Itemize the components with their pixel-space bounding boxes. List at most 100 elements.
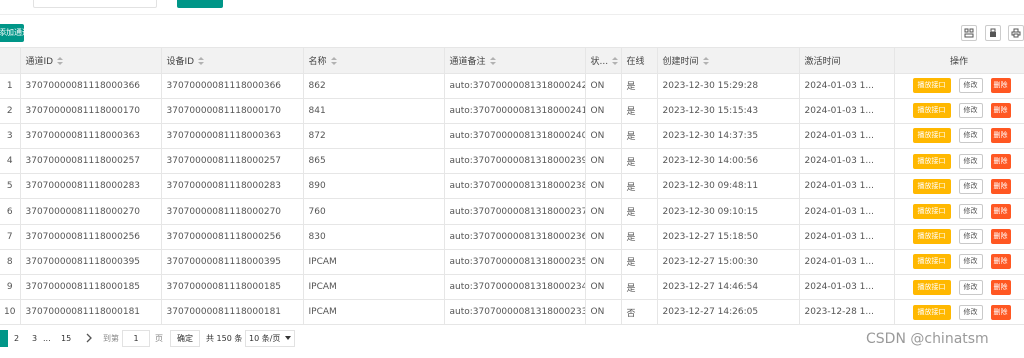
search-input[interactable] [33,0,157,8]
table-row[interactable]: 7 37070000081118000256 3707000008111800025… [0,224,1024,250]
edit-button[interactable]: 修改 [958,204,983,220]
chevron-down-icon [285,336,291,340]
cell-activated: 2024-01-03 1... [799,198,895,225]
col-header-name[interactable]: 名称 [303,48,445,74]
delete-button[interactable]: 删除 [990,78,1011,94]
delete-button[interactable]: 删除 [990,304,1011,320]
table-row[interactable]: 6 37070000081118000270 3707000008111800027… [0,198,1024,225]
cell-name: 862 [303,73,445,99]
table-row[interactable]: 1 37070000081118000366 3707000008111800036… [0,73,1024,99]
delete-button[interactable]: 删除 [990,103,1011,119]
col-header-actions: 操作 [894,48,1024,74]
add-channel-button[interactable]: 添加通道 [0,24,24,42]
sort-icon[interactable] [198,56,205,66]
edit-button[interactable]: 修改 [958,279,983,295]
sort-icon[interactable] [702,56,709,66]
sort-icon[interactable] [330,56,337,66]
cell-online: 是 [621,123,658,150]
edit-button[interactable]: 修改 [958,78,983,94]
edit-button[interactable]: 修改 [958,254,983,270]
page-size-value: 10 条/页 [249,334,281,343]
table-row[interactable]: 4 37070000081118000257 3707000008111800025… [0,148,1024,175]
cell-channel-id: 37070000081118000270 [20,198,162,225]
play-button[interactable]: 播放接口 [912,279,951,295]
cell-channel-id: 37070000081118000366 [20,73,162,99]
edit-button[interactable]: 修改 [958,304,983,320]
edit-button[interactable]: 修改 [958,103,983,119]
goto-confirm-button[interactable]: 确定 [170,330,200,347]
page-current[interactable] [0,330,8,347]
play-button[interactable]: 播放接口 [912,304,951,320]
cell-remark: auto:37070000081318000233 [444,299,586,326]
cell-created: 2023-12-30 09:10:15 [657,198,800,225]
delete-button[interactable]: 删除 [990,254,1011,270]
col-header-created[interactable]: 创建时间 [657,48,800,74]
page-link[interactable]: 15 [61,333,71,345]
channel-table: 通道ID 设备ID 名称 通道备注 状... 在线 创建时间 激活时间 操作 1… [0,48,1024,326]
delete-button[interactable]: 删除 [990,128,1011,144]
page-link[interactable]: 3 [32,333,37,345]
columns-filter-icon[interactable] [961,25,977,41]
row-index: 8 [0,249,21,276]
table-row[interactable]: 8 37070000081118000395 3707000008111800039… [0,249,1024,276]
search-button[interactable] [177,0,223,8]
cell-actions: 播放接口 修改 删除 [894,249,1024,276]
play-button[interactable]: 播放接口 [912,204,951,220]
cell-actions: 播放接口 修改 删除 [894,299,1024,326]
cell-name: 760 [303,198,445,225]
table-row[interactable]: 2 37070000081118000170 3707000008111800017… [0,98,1024,124]
table-row[interactable]: 10 37070000081118000181 370700000811180001… [0,299,1024,326]
cell-online: 是 [621,224,658,250]
export-icon[interactable] [985,25,1001,41]
cell-online: 否 [621,299,658,326]
cell-online: 是 [621,198,658,225]
table-row[interactable]: 3 37070000081118000363 3707000008111800036… [0,123,1024,150]
print-icon[interactable] [1008,25,1024,41]
delete-button[interactable]: 删除 [990,153,1011,169]
delete-button[interactable]: 删除 [990,204,1011,220]
row-index: 9 [0,274,21,301]
edit-button[interactable]: 修改 [958,178,983,194]
col-header-activated: 激活时间 [799,48,895,74]
play-button[interactable]: 播放接口 [912,178,951,194]
play-button[interactable]: 播放接口 [912,78,951,94]
col-header-status[interactable]: 状... [585,48,622,74]
delete-button[interactable]: 删除 [990,229,1011,245]
edit-button[interactable]: 修改 [958,229,983,245]
page-unit-label: 页 [155,334,163,343]
next-page-icon[interactable] [86,333,93,345]
cell-activated: 2024-01-03 1... [799,123,895,150]
edit-button[interactable]: 修改 [958,128,983,144]
col-header-device-id[interactable]: 设备ID [161,48,304,74]
sort-icon[interactable] [489,56,496,66]
edit-button[interactable]: 修改 [958,153,983,169]
cell-device-id: 37070000081118000363 [161,123,304,150]
row-index: 1 [0,73,21,99]
row-index: 6 [0,198,21,225]
col-header-remark[interactable]: 通道备注 [444,48,586,74]
play-button[interactable]: 播放接口 [912,128,951,144]
table-row[interactable]: 5 37070000081118000283 3707000008111800028… [0,173,1024,200]
goto-page-input[interactable]: 1 [122,330,150,347]
cell-channel-id: 37070000081118000395 [20,249,162,276]
play-button[interactable]: 播放接口 [912,229,951,245]
cell-online: 是 [621,148,658,175]
row-index: 5 [0,173,21,200]
cell-device-id: 37070000081118000185 [161,274,304,301]
page-size-select[interactable]: 10 条/页 [245,330,295,347]
play-button[interactable]: 播放接口 [912,153,951,169]
delete-button[interactable]: 删除 [990,178,1011,194]
cell-actions: 播放接口 修改 删除 [894,274,1024,301]
col-header-channel-id[interactable]: 通道ID [20,48,162,74]
delete-button[interactable]: 删除 [990,279,1011,295]
table-row[interactable]: 9 37070000081118000185 3707000008111800018… [0,274,1024,301]
cell-created: 2023-12-30 09:48:11 [657,173,800,200]
cell-device-id: 37070000081118000283 [161,173,304,200]
page-link[interactable]: 2 [14,333,19,345]
cell-name: IPCAM [303,299,445,326]
sort-icon[interactable] [57,56,64,66]
play-button[interactable]: 播放接口 [912,254,951,270]
play-button[interactable]: 播放接口 [912,103,951,119]
sort-icon[interactable] [612,56,619,66]
cell-channel-id: 37070000081118000256 [20,224,162,250]
